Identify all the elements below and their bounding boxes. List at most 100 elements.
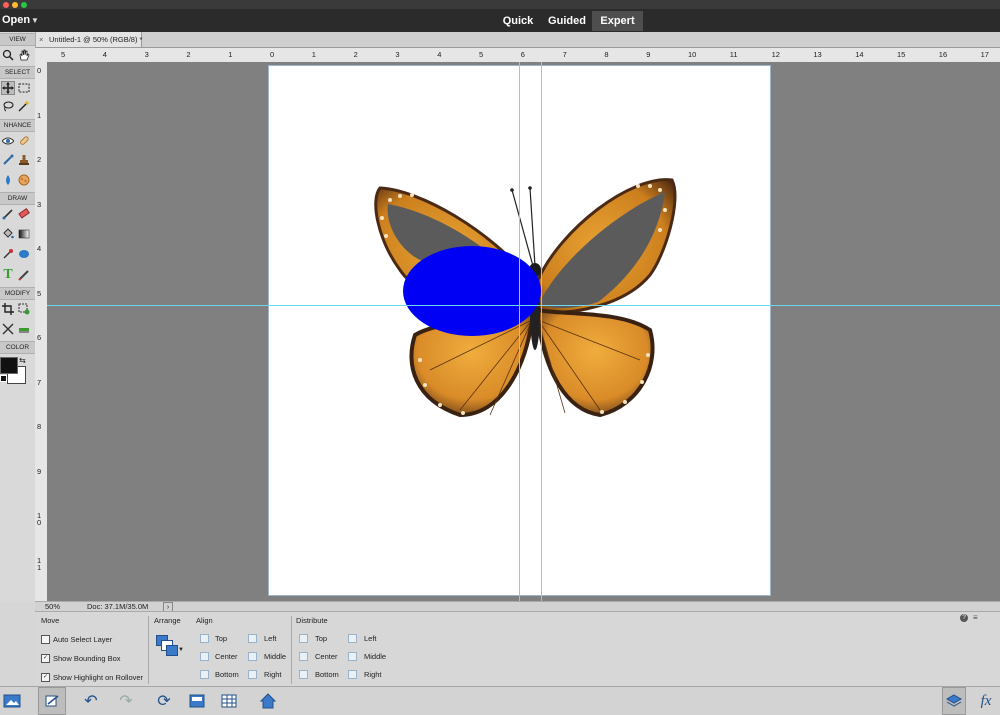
undo-icon[interactable]: ↶ bbox=[80, 687, 102, 715]
show-highlight-checkbox[interactable]: ✓ bbox=[41, 673, 50, 682]
ruler-tick-label: 0 bbox=[37, 66, 42, 75]
align-middle-icon[interactable] bbox=[248, 652, 257, 661]
arrange-dropdown[interactable]: ▼ bbox=[156, 635, 184, 659]
align-bottom-label[interactable]: Bottom bbox=[215, 670, 239, 679]
eye-tool-icon[interactable] bbox=[1, 134, 15, 148]
spot-healing-brush-icon[interactable] bbox=[17, 134, 31, 148]
crop-tool-icon[interactable] bbox=[1, 302, 15, 316]
show-bounding-box-label: Show Bounding Box bbox=[53, 654, 121, 663]
section-select-label: SELECT bbox=[0, 66, 35, 79]
guide-vertical-1[interactable] bbox=[519, 62, 520, 602]
align-right-label[interactable]: Right bbox=[264, 670, 282, 679]
distribute-left-icon[interactable] bbox=[348, 634, 357, 643]
layout-icon[interactable] bbox=[186, 687, 208, 715]
blur-tool-icon[interactable] bbox=[1, 173, 15, 187]
align-bottom-icon[interactable] bbox=[200, 670, 209, 679]
smart-brush-icon[interactable] bbox=[1, 153, 15, 167]
distribute-bottom-label[interactable]: Bottom bbox=[315, 670, 339, 679]
hand-tool-icon[interactable] bbox=[17, 48, 31, 62]
mode-tab-quick[interactable]: Quick bbox=[497, 11, 539, 31]
type-tool-icon[interactable]: T bbox=[1, 268, 15, 282]
distribute-center-icon[interactable] bbox=[299, 652, 308, 661]
ruler-tick-label: 14 bbox=[855, 50, 864, 59]
shape-tool-icon[interactable] bbox=[17, 247, 31, 261]
brush-tool-icon[interactable] bbox=[1, 207, 15, 221]
rectangular-marquee-icon[interactable] bbox=[17, 81, 31, 95]
ruler-tick-label: 1 bbox=[228, 50, 233, 59]
distribute-left-label[interactable]: Left bbox=[364, 634, 377, 643]
distribute-center-label[interactable]: Center bbox=[315, 652, 338, 661]
align-center-icon[interactable] bbox=[200, 652, 209, 661]
distribute-middle-label[interactable]: Middle bbox=[364, 652, 386, 661]
distribute-right-icon[interactable] bbox=[348, 670, 357, 679]
foreground-color-swatch[interactable] bbox=[0, 357, 18, 374]
default-colors-icon[interactable] bbox=[0, 375, 7, 382]
rotate-icon[interactable]: ⟳ bbox=[150, 687, 178, 715]
align-top-label[interactable]: Top bbox=[215, 634, 227, 643]
pencil-tool-icon[interactable] bbox=[17, 268, 31, 282]
toolbox-panel: VIEW SELECT NHANCE DRAW T MODIFY COLOR ⇆ bbox=[0, 32, 36, 602]
document-tab-row bbox=[35, 32, 1000, 48]
align-middle-label[interactable]: Middle bbox=[264, 652, 286, 661]
align-right-icon[interactable] bbox=[248, 670, 257, 679]
home-screen-icon[interactable] bbox=[256, 687, 280, 715]
zoom-tool-icon[interactable] bbox=[1, 48, 15, 62]
content-aware-move-icon[interactable] bbox=[1, 322, 15, 336]
mode-tab-expert[interactable]: Expert bbox=[592, 11, 643, 31]
eyedropper-icon[interactable] bbox=[1, 247, 15, 261]
zoom-window-button[interactable] bbox=[21, 2, 27, 8]
layers-icon[interactable] bbox=[942, 687, 966, 715]
distribute-top-icon[interactable] bbox=[299, 634, 308, 643]
effects-icon[interactable]: fx bbox=[975, 687, 997, 715]
tool-options-toggle-icon[interactable] bbox=[38, 687, 66, 715]
ruler-tick-label: 1 bbox=[311, 50, 316, 59]
section-draw-label: DRAW bbox=[0, 192, 35, 205]
ruler-tick-label: 2 bbox=[37, 155, 42, 164]
close-window-button[interactable] bbox=[3, 2, 9, 8]
guide-vertical-2[interactable] bbox=[541, 62, 542, 602]
distribute-middle-icon[interactable] bbox=[348, 652, 357, 661]
align-left-label[interactable]: Left bbox=[264, 634, 277, 643]
section-view-label: VIEW bbox=[0, 33, 35, 46]
auto-select-layer-checkbox[interactable] bbox=[41, 635, 50, 644]
show-bounding-box-checkbox[interactable]: ✓ bbox=[41, 654, 50, 663]
minimize-window-button[interactable] bbox=[12, 2, 18, 8]
gradient-tool-icon[interactable] bbox=[17, 227, 31, 241]
blue-oval-shape bbox=[403, 246, 541, 336]
organizer-icon[interactable] bbox=[218, 687, 240, 715]
recompose-tool-icon[interactable] bbox=[17, 302, 31, 316]
distribute-top-label[interactable]: Top bbox=[315, 634, 327, 643]
butterfly-artwork[interactable] bbox=[360, 170, 690, 425]
mode-tab-guided[interactable]: Guided bbox=[543, 11, 591, 31]
redo-icon[interactable]: ↷ bbox=[115, 687, 137, 715]
distribute-right-label[interactable]: Right bbox=[364, 670, 382, 679]
help-icon[interactable]: ? bbox=[960, 614, 968, 622]
ruler-tick-label: 10 bbox=[688, 50, 697, 59]
horizontal-ruler: 5 4 3 2 1 0 1 2 3 4 5 6 7 8 9 10 11 12 13 14 15 16 17 bbox=[35, 48, 1000, 63]
align-top-icon[interactable] bbox=[200, 634, 209, 643]
ruler-tick-label: 9 bbox=[646, 50, 651, 59]
lasso-tool-icon[interactable] bbox=[1, 99, 15, 113]
distribute-bottom-icon[interactable] bbox=[299, 670, 308, 679]
magic-wand-icon[interactable] bbox=[17, 99, 31, 113]
swap-colors-icon[interactable]: ⇆ bbox=[19, 356, 26, 365]
ruler-tick-label: 16 bbox=[938, 50, 948, 59]
ruler-tick-label: 6 bbox=[37, 333, 42, 342]
align-left-icon[interactable] bbox=[248, 634, 257, 643]
ruler-tick-label: 11 bbox=[37, 555, 42, 572]
sponge-tool-icon[interactable] bbox=[17, 173, 31, 187]
straighten-tool-icon[interactable] bbox=[17, 322, 31, 336]
move-tool-icon[interactable] bbox=[1, 81, 15, 95]
close-tab-icon[interactable]: × bbox=[39, 32, 43, 47]
chevron-down-icon[interactable]: ▼ bbox=[31, 9, 39, 32]
clone-stamp-icon[interactable] bbox=[17, 153, 31, 167]
eraser-tool-icon[interactable] bbox=[17, 207, 31, 221]
photo-bin-icon[interactable] bbox=[0, 687, 24, 715]
open-menu-button[interactable]: Open bbox=[2, 9, 30, 32]
document-tab[interactable]: × Untitled-1 @ 50% (RGB/8) * bbox=[35, 32, 142, 47]
panel-menu-icon[interactable]: ≡ bbox=[973, 613, 978, 622]
align-center-label[interactable]: Center bbox=[215, 652, 238, 661]
guide-horizontal[interactable] bbox=[47, 305, 1000, 306]
paint-bucket-icon[interactable] bbox=[1, 227, 15, 241]
tool-options-panel: Move Auto Select Layer ✓ Show Bounding B… bbox=[35, 611, 1000, 687]
